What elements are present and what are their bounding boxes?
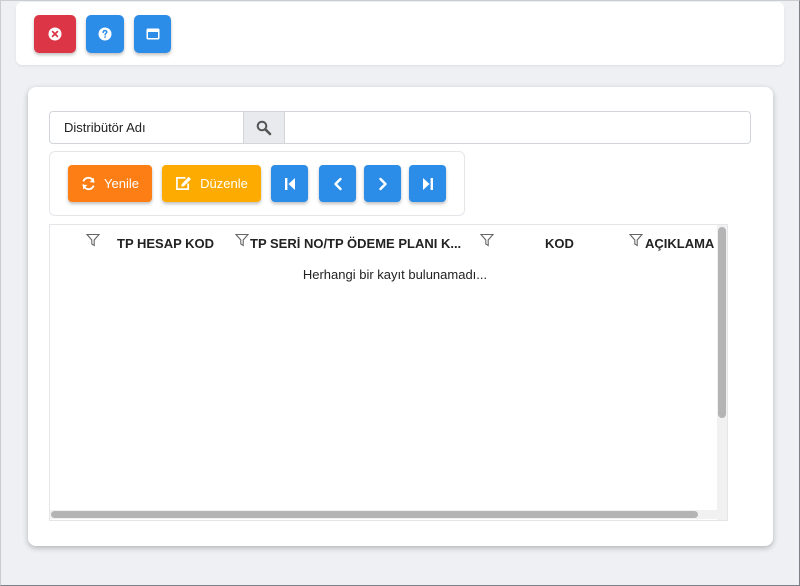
edit-button[interactable]: Düzenle (162, 165, 261, 202)
refresh-label: Yenile (104, 176, 139, 191)
window-icon (146, 28, 159, 40)
column-aciklama[interactable]: AÇIKLAMA (628, 225, 718, 259)
data-grid: TP HESAP KOD TP SERİ NO/TP ÖDEME PLANI K… (49, 224, 728, 521)
column-kod[interactable]: KOD (480, 225, 628, 259)
column-label: TP HESAP KOD (117, 236, 215, 251)
window-button[interactable] (134, 15, 171, 53)
last-page-button[interactable] (409, 165, 446, 202)
filter-icon[interactable] (86, 233, 100, 247)
previous-page-button[interactable] (319, 165, 356, 202)
main-panel: Distribütör Adı Yenile Düzenle TP HESAP … (28, 87, 773, 546)
first-page-icon (284, 177, 295, 190)
column-tp-hesap-kod[interactable]: TP HESAP KOD (50, 225, 235, 259)
search-button[interactable] (243, 112, 285, 143)
edit-icon (176, 176, 192, 190)
grid-header: TP HESAP KOD TP SERİ NO/TP ÖDEME PLANI K… (50, 225, 716, 259)
column-label: TP SERİ NO/TP ÖDEME PLANI K... (250, 236, 462, 251)
refresh-button[interactable]: Yenile (68, 165, 152, 202)
top-toolbar (16, 2, 784, 65)
help-button[interactable] (86, 15, 124, 53)
refresh-icon (82, 176, 95, 191)
first-page-button[interactable] (271, 165, 308, 202)
column-label: AÇIKLAMA (645, 236, 715, 251)
search-icon (256, 120, 272, 135)
search-label: Distribütör Adı (64, 120, 146, 135)
column-tp-seri-no[interactable]: TP SERİ NO/TP ÖDEME PLANI K... (235, 225, 480, 259)
empty-message: Herhangi bir kayıt bulunamadı... (302, 267, 488, 282)
horizontal-scrollbar-thumb[interactable] (51, 511, 698, 518)
last-page-icon (422, 177, 433, 190)
action-bar: Yenile Düzenle (49, 151, 465, 216)
filter-icon[interactable] (629, 233, 643, 247)
next-page-button[interactable] (364, 165, 401, 202)
search-input[interactable] (286, 112, 750, 143)
previous-page-icon (333, 177, 342, 190)
filter-icon[interactable] (235, 233, 249, 247)
close-circle-icon (48, 27, 62, 41)
filter-icon[interactable] (480, 233, 494, 247)
next-page-icon (378, 177, 387, 190)
distributor-search: Distribütör Adı (49, 111, 751, 144)
column-label: KOD (545, 236, 574, 251)
vertical-scrollbar-thumb[interactable] (718, 227, 726, 418)
help-circle-icon (98, 27, 112, 41)
edit-label: Düzenle (200, 176, 248, 191)
close-button[interactable] (34, 15, 76, 53)
